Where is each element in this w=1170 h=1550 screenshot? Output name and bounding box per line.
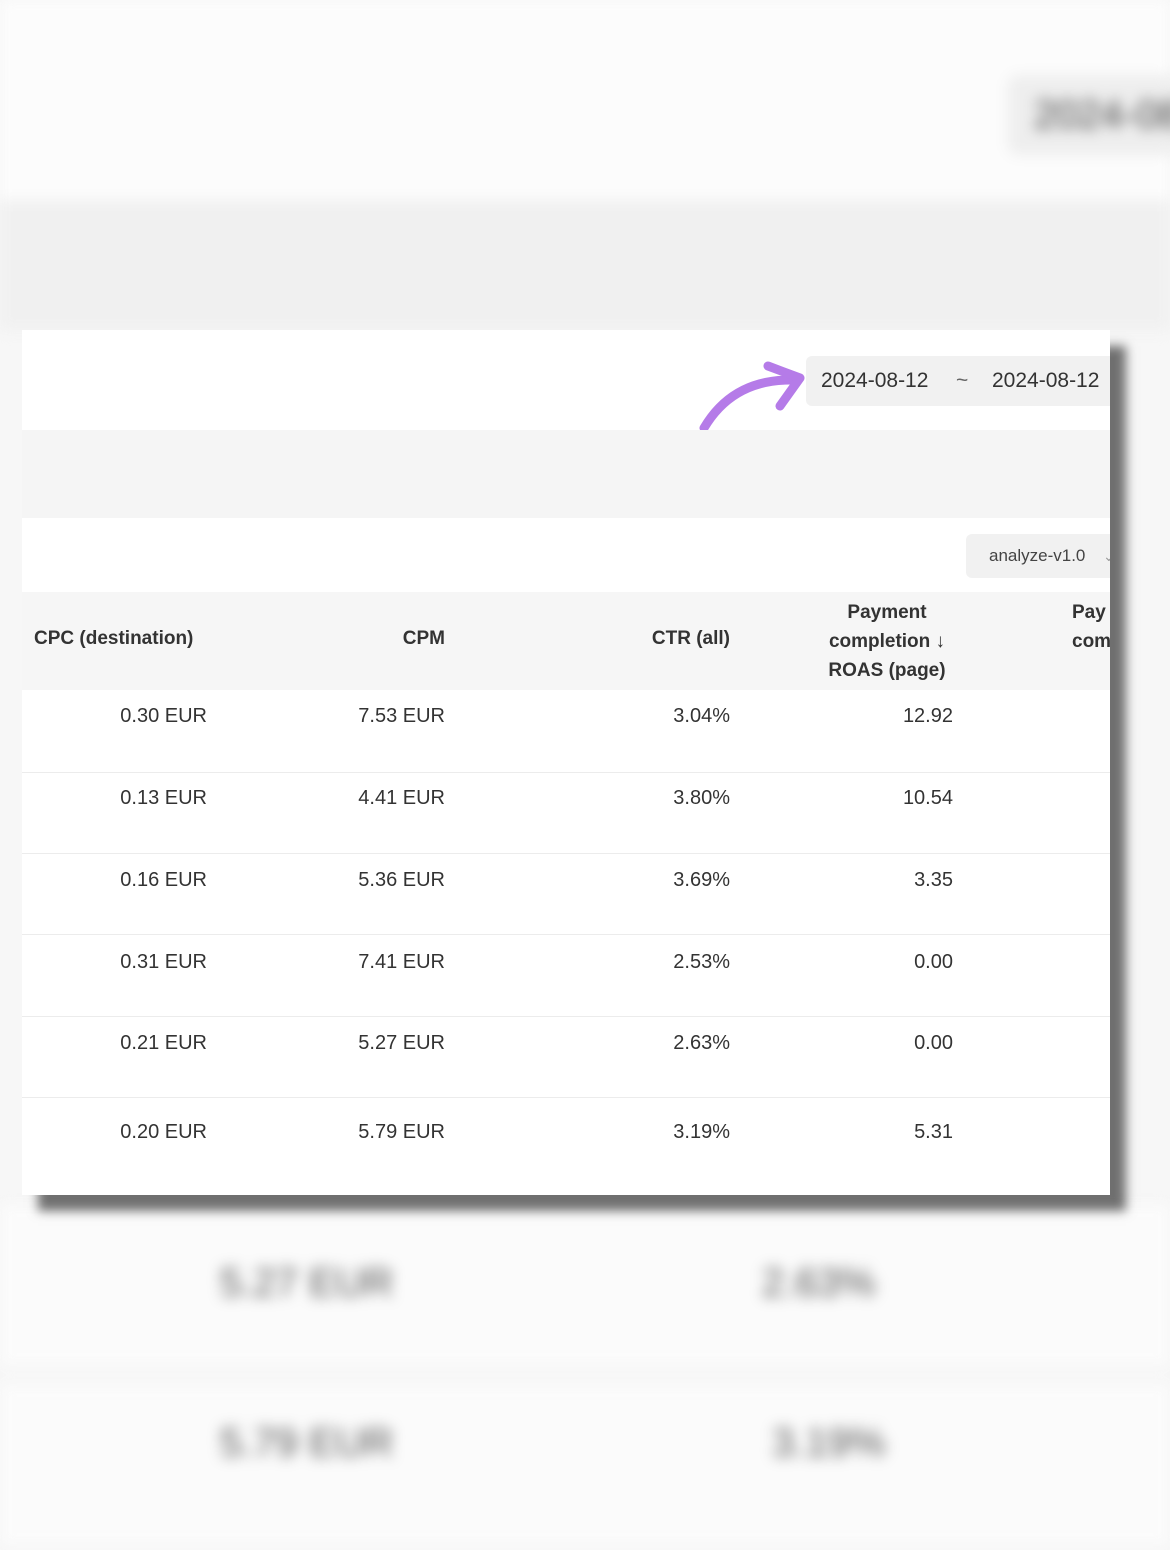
table-row[interactable]: 0.13 EUR 4.41 EUR 3.80% 10.54 xyxy=(22,773,1110,854)
table-row[interactable]: 0.21 EUR 5.27 EUR 2.63% 0.00 xyxy=(22,1017,1110,1098)
filter-band xyxy=(22,430,1110,518)
cell-ctr: 3.69% xyxy=(673,869,730,891)
cell-roas: 0.00 xyxy=(914,1032,953,1054)
background-ctr: 2.63% xyxy=(762,1261,876,1305)
cell-ctr: 3.04% xyxy=(673,705,730,727)
cell-roas: 0.00 xyxy=(914,951,953,973)
column-header-cpm[interactable]: CPM xyxy=(342,628,445,650)
column-header-payment-completion-roas[interactable]: Payment completion ↓ ROAS (page) xyxy=(792,598,982,685)
cell-ctr: 3.80% xyxy=(673,787,730,809)
cell-cpc: 0.31 EUR xyxy=(120,951,207,973)
column-header-payment-completion-partial[interactable]: Pay com xyxy=(1072,598,1110,656)
cell-cpc: 0.30 EUR xyxy=(120,705,207,727)
background-ctr: 3.19% xyxy=(772,1421,886,1465)
cell-cpc: 0.16 EUR xyxy=(120,869,207,891)
version-select-value: analyze-v1.0 xyxy=(989,546,1086,565)
cell-cpm: 4.41 EUR xyxy=(358,787,445,809)
table-row[interactable]: 0.31 EUR 7.41 EUR 2.53% 0.00 xyxy=(22,935,1110,1017)
cell-cpc: 0.20 EUR xyxy=(120,1121,207,1143)
background-date-picker: 2024-08 xyxy=(1008,75,1170,155)
table-row[interactable]: 0.20 EUR 5.79 EUR 3.19% 5.31 xyxy=(22,1098,1110,1195)
cell-cpm: 7.41 EUR xyxy=(358,951,445,973)
cell-cpm: 5.79 EUR xyxy=(358,1121,445,1143)
background-cpm: 5.79 EUR xyxy=(220,1421,394,1465)
chevron-down-icon: ⌄ xyxy=(1103,548,1110,564)
cell-ctr: 2.53% xyxy=(673,951,730,973)
column-header-ctr-all[interactable]: CTR (all) xyxy=(582,628,730,650)
cell-cpm: 5.36 EUR xyxy=(358,869,445,891)
table-row[interactable]: 0.30 EUR 7.53 EUR 3.04% 12.92 xyxy=(22,690,1110,773)
cell-cpc: 0.13 EUR xyxy=(120,787,207,809)
date-range-separator: ~ xyxy=(956,369,969,392)
header-line: com xyxy=(1072,631,1110,652)
cell-cpm: 5.27 EUR xyxy=(358,1032,445,1054)
date-range-picker[interactable]: 2024-08-12 ~ 2024-08-12 xyxy=(806,356,1110,406)
header-line: Payment xyxy=(847,602,927,623)
background-row: 5.27 EUR 2.63% xyxy=(0,1205,1170,1365)
background-gray-band xyxy=(0,200,1170,330)
table-header: CPC (destination) CPM CTR (all) Payment … xyxy=(22,592,1110,690)
column-header-cpc-destination[interactable]: CPC (destination) xyxy=(34,628,193,650)
cell-roas: 3.35 xyxy=(914,869,953,891)
header-line: completion ↓ xyxy=(828,631,946,652)
background-cpm: 5.27 EUR xyxy=(220,1261,394,1305)
zoomed-table-card: 2024-08-12 ~ 2024-08-12 analyze-v1.0 ⌄ C… xyxy=(22,330,1110,1195)
header-line: Pay xyxy=(1072,602,1106,623)
cell-ctr: 3.19% xyxy=(673,1121,730,1143)
date-range-end[interactable]: 2024-08-12 xyxy=(992,356,1099,406)
header-line: ROAS (page) xyxy=(828,660,946,681)
cell-ctr: 2.63% xyxy=(673,1032,730,1054)
cell-cpm: 7.53 EUR xyxy=(358,705,445,727)
date-range-start[interactable]: 2024-08-12 xyxy=(821,356,928,406)
annotation-arrow-icon xyxy=(699,361,805,433)
cell-roas: 5.31 xyxy=(914,1121,953,1143)
cell-roas: 10.54 xyxy=(902,787,953,809)
version-select[interactable]: analyze-v1.0 ⌄ xyxy=(966,534,1110,578)
background-row: 5.79 EUR 3.19% xyxy=(0,1385,1170,1545)
cell-cpc: 0.21 EUR xyxy=(120,1032,207,1054)
background-header xyxy=(0,0,1170,200)
table-row[interactable]: 0.16 EUR 5.36 EUR 3.69% 3.35 xyxy=(22,854,1110,935)
cell-roas: 12.92 xyxy=(902,705,953,727)
